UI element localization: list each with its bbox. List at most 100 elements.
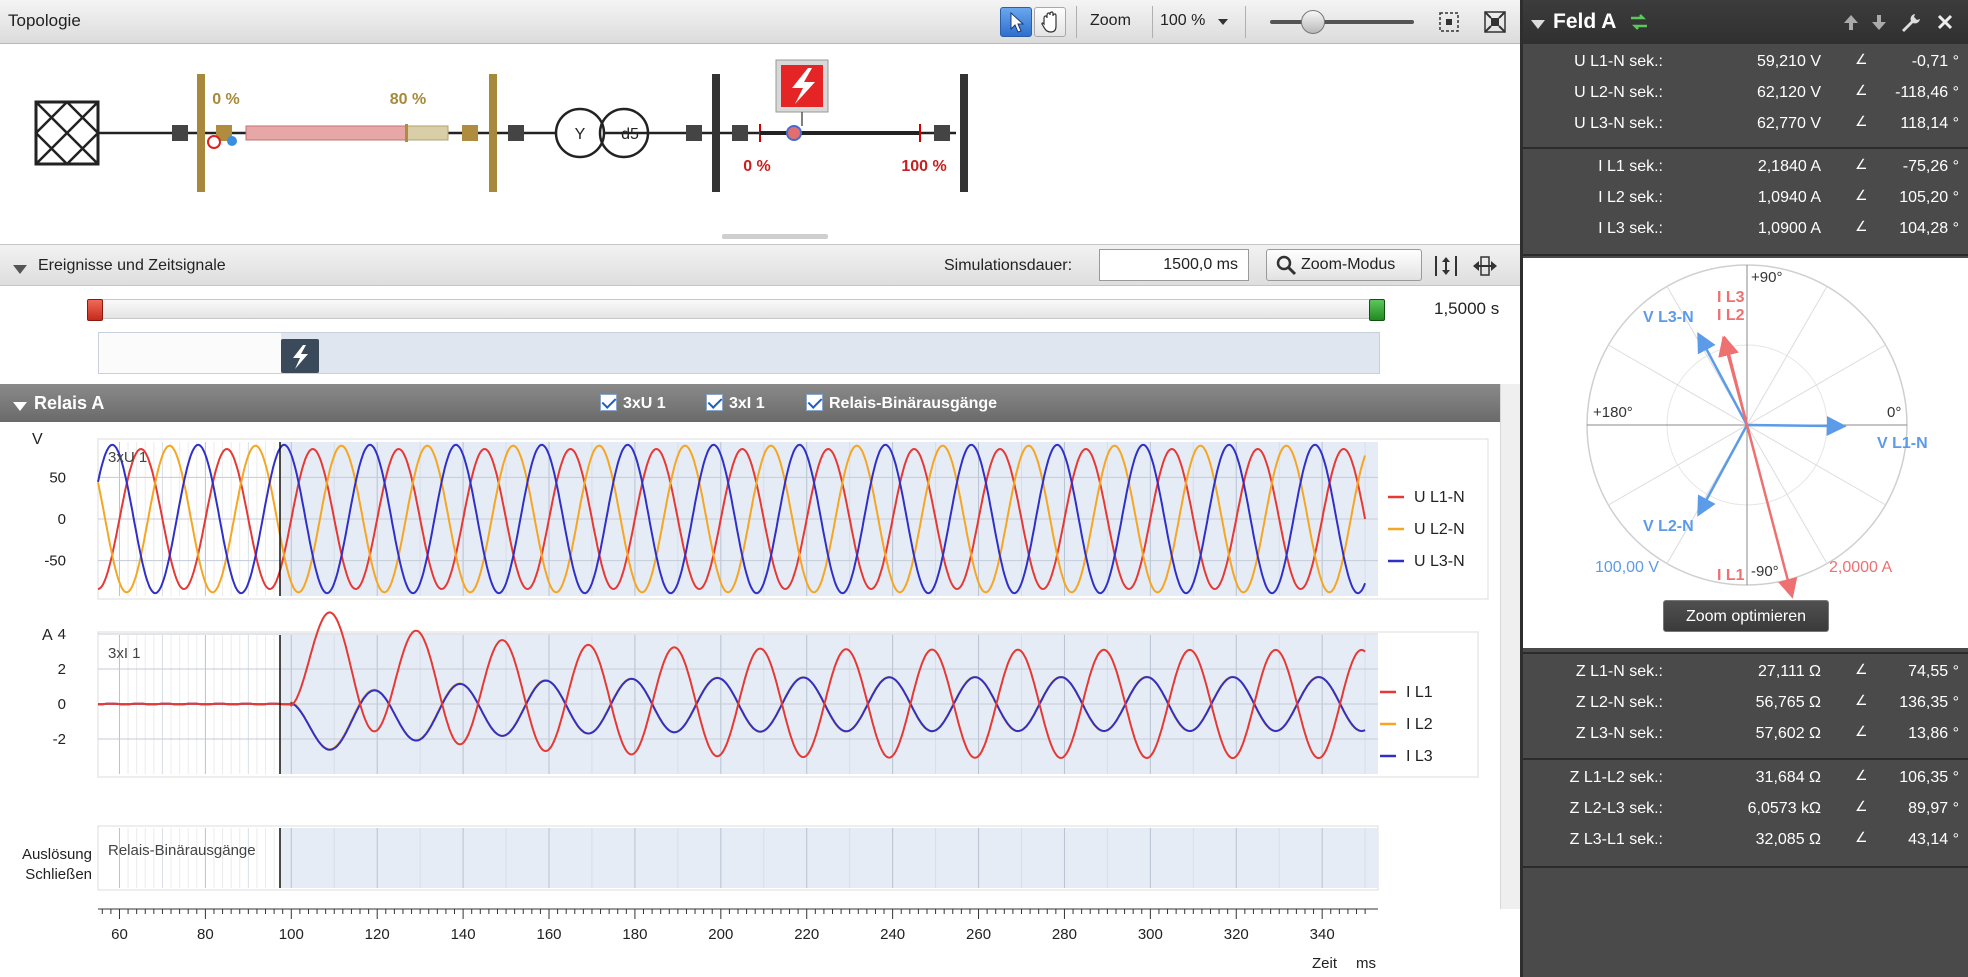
value-label: I L2 sek.:	[1598, 189, 1663, 206]
angle-icon: ∠	[1855, 51, 1868, 67]
fit-width-button[interactable]	[1436, 9, 1462, 35]
value-angle: 43,14 °	[1908, 831, 1959, 848]
zoom-dropdown[interactable]: 100 %	[1160, 9, 1230, 35]
breaker-7[interactable]	[934, 125, 950, 141]
current-row: I L2 sek.: 1,0940 A ∠ 105,20 °	[1523, 183, 1968, 214]
collapse-events-icon[interactable]	[13, 261, 27, 279]
panel-header: Feld A	[1523, 0, 1968, 44]
relay-marker-icon[interactable]	[207, 135, 221, 149]
value-angle: 89,97 °	[1908, 800, 1959, 817]
events-title: Ereignisse und Zeitsignale	[38, 257, 226, 274]
fault-lightning-icon[interactable]	[775, 59, 829, 113]
fit-vertical-icon	[1435, 256, 1457, 276]
event-timeline[interactable]	[98, 332, 1380, 374]
x-tick-label: 220	[794, 926, 819, 943]
value-label: I L1 sek.:	[1598, 158, 1663, 175]
impedance-row: Z L2-N sek.: 56,765 Ω ∠ 136,35 °	[1523, 688, 1968, 719]
move-down-icon[interactable]	[1869, 12, 1889, 32]
network-source-icon[interactable]	[34, 100, 100, 166]
wrench-icon[interactable]	[1899, 11, 1921, 33]
x-axis-label: Zeit	[1312, 955, 1338, 972]
value-angle: 105,20 °	[1899, 189, 1959, 206]
pan-tool-button[interactable]	[1034, 7, 1066, 37]
x-axis-unit: ms	[1356, 955, 1376, 972]
collapse-relay-icon[interactable]	[13, 398, 27, 416]
move-up-icon[interactable]	[1841, 12, 1861, 32]
impedance-row: Z L1-N sek.: 27,111 Ω ∠ 74,55 °	[1523, 657, 1968, 688]
transformer-primary: Y	[575, 126, 586, 143]
checkbox-checked-icon	[706, 394, 723, 411]
select-tool-button[interactable]	[1000, 7, 1032, 37]
angle-icon: ∠	[1855, 767, 1868, 783]
busbar-4[interactable]	[960, 74, 968, 192]
zoom-mode-button[interactable]: Zoom-Modus	[1266, 249, 1422, 281]
zoom-value: 100 %	[1160, 12, 1206, 29]
polar-label-plus180: +180°	[1593, 404, 1633, 421]
collapse-panel-icon[interactable]	[1531, 16, 1545, 34]
voltage-legend-label: U L2-N	[1414, 521, 1465, 538]
x-tick-label: 240	[880, 926, 905, 943]
panel-title: Feld A	[1553, 10, 1617, 33]
fit-horizontal-button[interactable]	[1470, 253, 1500, 279]
x-tick-label: 140	[451, 926, 476, 943]
swap-arrows-icon[interactable]	[1629, 12, 1649, 32]
fit-all-button[interactable]	[1482, 9, 1508, 35]
value-label: U L2-N sek.:	[1574, 84, 1663, 101]
vertical-scrollbar[interactable]	[1500, 384, 1520, 909]
checkbox-3xi1[interactable]: 3xI 1	[706, 394, 765, 413]
transformer-secondary: d5	[621, 126, 639, 143]
loop-impedance-row: Z L3-L1 sek.: 32,085 Ω ∠ 43,14 °	[1523, 825, 1968, 856]
phasor-label-il3: I L3	[1717, 289, 1745, 306]
busbar-3[interactable]	[712, 74, 720, 192]
value-label: Z L3-N sek.:	[1575, 725, 1663, 742]
value-magnitude: 2,1840 A	[1757, 158, 1821, 175]
voltage-unit: V	[32, 431, 43, 448]
current-unit: A	[42, 627, 53, 644]
binary-label-close: Schließen	[25, 866, 92, 883]
fault-location-marker[interactable]	[786, 125, 802, 141]
waveform-charts[interactable]: V 3xU 1 50 0 -50 U L1-N U L2-N U L3-N A 3xI …	[0, 422, 1500, 977]
fault-event-icon[interactable]	[281, 339, 319, 373]
info-marker-icon[interactable]	[227, 136, 237, 146]
simulation-duration-input[interactable]: 1500,0 ms	[1099, 249, 1249, 281]
loop-impedance-row: Z L2-L3 sek.: 6,0573 kΩ ∠ 89,97 °	[1523, 794, 1968, 825]
zoom-slider[interactable]	[1270, 10, 1414, 34]
breaker-4[interactable]	[508, 125, 524, 141]
current-ytick-label: -2	[53, 731, 66, 748]
events-header: Ereignisse und Zeitsignale Simulationsda…	[0, 244, 1520, 286]
value-angle: 74,55 °	[1908, 663, 1959, 680]
line1-start-label: 0 %	[212, 91, 240, 108]
line-segment-rest[interactable]	[405, 125, 449, 141]
busbar-2[interactable]	[489, 74, 497, 192]
breaker-3[interactable]	[462, 125, 478, 141]
fit-vertical-button[interactable]	[1432, 253, 1460, 279]
phasor-diagram[interactable]: +90° -90° +180° 0° V L1-N V L2-N V L3-N …	[1523, 258, 1968, 648]
zoom-optimize-button[interactable]: Zoom optimieren	[1663, 600, 1829, 632]
x-tick-label: 160	[536, 926, 561, 943]
breaker-1[interactable]	[172, 125, 188, 141]
value-label: Z L1-L2 sek.:	[1569, 769, 1663, 786]
value-magnitude: 62,120 V	[1756, 84, 1821, 101]
topology-header: Topologie Zoom 100 %	[0, 0, 1520, 44]
relay-header: Relais A 3xU 1 3xI 1 Relais-Binärausgäng…	[0, 384, 1500, 422]
current-ytick-label: 0	[58, 696, 66, 713]
time-range-slider[interactable]	[87, 299, 1385, 321]
range-end-handle[interactable]	[1369, 299, 1385, 321]
checkbox-3xu1[interactable]: 3xU 1	[600, 394, 666, 413]
breaker-5[interactable]	[686, 125, 702, 141]
simulation-duration-label: Simulationsdauer:	[944, 257, 1073, 274]
value-angle: 13,86 °	[1908, 725, 1959, 742]
topology-title: Topologie	[8, 11, 81, 30]
checkbox-binary-outputs[interactable]: Relais-Binärausgänge	[806, 394, 997, 413]
value-label: I L3 sek.:	[1598, 220, 1663, 237]
chevron-down-icon	[1218, 19, 1228, 25]
busbar-1[interactable]	[197, 74, 205, 192]
breaker-6[interactable]	[732, 125, 748, 141]
zoom-slider-thumb[interactable]	[1301, 10, 1326, 34]
close-icon[interactable]	[1935, 12, 1955, 32]
lightning-icon	[293, 345, 308, 369]
value-angle: -0,71 °	[1911, 53, 1959, 70]
range-start-handle[interactable]	[87, 299, 103, 321]
splitter-handle[interactable]	[722, 234, 828, 239]
checkbox-checked-icon	[600, 394, 617, 411]
